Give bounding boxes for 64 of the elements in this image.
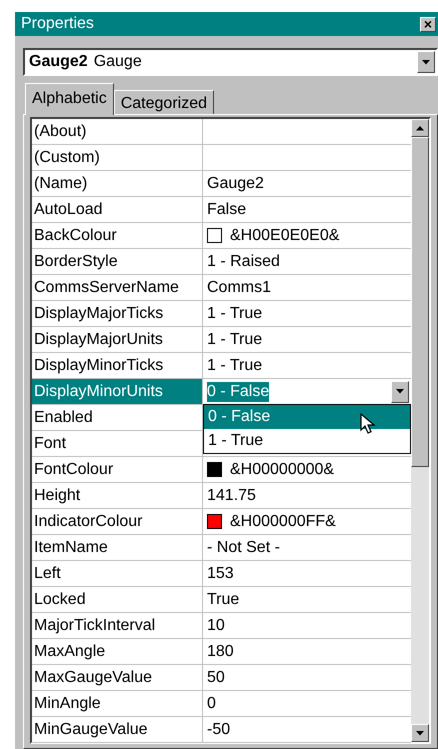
property-name[interactable]: Height [32, 483, 203, 508]
dropdown-button[interactable] [417, 51, 435, 73]
mouse-pointer-icon [360, 413, 376, 435]
property-name[interactable]: DisplayMajorUnits [32, 327, 203, 352]
property-name[interactable]: Left [32, 561, 203, 586]
property-name[interactable]: BorderStyle [32, 249, 203, 274]
tab[interactable]: Categorized [114, 90, 214, 114]
object-type: Gauge [94, 53, 143, 71]
property-value: 50 [207, 668, 225, 688]
property-name[interactable]: (About) [32, 119, 203, 144]
property-value: 180 [207, 642, 234, 662]
property-value: True [207, 590, 240, 610]
property-name[interactable]: (Custom) [32, 145, 203, 170]
scroll-up-button[interactable] [411, 119, 429, 137]
property-value: 1 - True [207, 356, 262, 376]
property-name[interactable]: AutoLoad [32, 197, 203, 222]
property-name[interactable]: Locked [32, 587, 203, 612]
object-selector[interactable]: Gauge2 Gauge [23, 48, 438, 76]
property-name[interactable]: MinGaugeValue [32, 717, 203, 742]
property-name[interactable]: Font [32, 431, 203, 456]
property-value: -50 [207, 720, 230, 740]
property-value: 1 - True [207, 304, 262, 324]
property-value: 1 - True [207, 330, 262, 350]
property-value: 0 - False [207, 382, 270, 402]
property-name[interactable]: MajorTickInterval [32, 613, 203, 638]
property-name[interactable]: BackColour [32, 223, 203, 248]
property-name[interactable]: MinAngle [32, 691, 203, 716]
property-name[interactable]: DisplayMinorUnits [32, 379, 203, 404]
property-name[interactable]: DisplayMajorTicks [32, 301, 203, 326]
scroll-down-button[interactable] [411, 724, 429, 742]
tab[interactable]: Alphabetic [25, 83, 114, 115]
property-name[interactable]: IndicatorColour [32, 509, 203, 534]
property-value: &H000000FF& [230, 512, 336, 532]
property-value: 141.75 [207, 486, 256, 506]
scrollbar[interactable] [411, 119, 429, 742]
property-value: Comms1 [207, 278, 272, 298]
property-value: &H00000000& [230, 460, 334, 480]
property-name[interactable]: DisplayMinorTicks [32, 353, 203, 378]
property-name[interactable]: FontColour [32, 457, 203, 482]
dropdown-option[interactable]: 0 - False [204, 405, 410, 429]
window-title: Properties [21, 15, 94, 33]
property-value: 1 - Raised [207, 252, 280, 272]
property-value: 0 [207, 694, 216, 714]
property-name[interactable]: (Name) [32, 171, 203, 196]
property-name[interactable]: CommsServerName [32, 275, 203, 300]
property-name[interactable]: MaxAngle [32, 639, 203, 664]
property-value: Gauge2 [207, 174, 264, 194]
property-name[interactable]: Enabled [32, 405, 203, 430]
property-value: &H00E0E0E0& [230, 226, 340, 246]
property-value: - Not Set - [207, 538, 280, 558]
caret-icon [416, 730, 424, 736]
property-value: False [207, 200, 246, 220]
caret-icon [416, 126, 424, 130]
scroll-thumb[interactable] [411, 137, 429, 467]
dropdown-option[interactable]: 1 - True [204, 429, 410, 453]
caret-icon [396, 389, 404, 394]
property-value: 10 [207, 616, 225, 636]
dropdown-button[interactable] [391, 380, 409, 402]
caret-icon [422, 60, 430, 64]
property-name[interactable]: MaxGaugeValue [32, 665, 203, 690]
property-name[interactable]: ItemName [32, 535, 203, 560]
object-name: Gauge2 [29, 53, 88, 71]
property-value: 153 [207, 564, 234, 584]
close-button[interactable]: × [420, 16, 436, 32]
